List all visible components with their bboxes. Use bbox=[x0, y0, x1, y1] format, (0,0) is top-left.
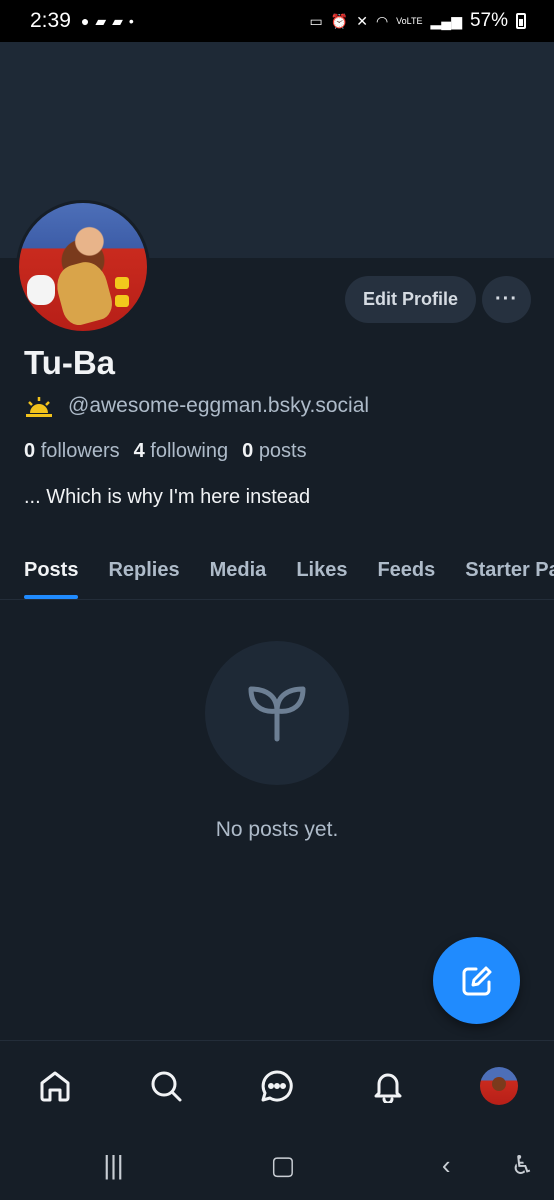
sun-icon bbox=[26, 397, 52, 417]
posts-stat: 0 posts bbox=[242, 440, 307, 463]
profile-avatar-small bbox=[479, 1066, 518, 1105]
chat-notification-icon: ● bbox=[80, 13, 90, 29]
posts-count: 0 bbox=[242, 440, 254, 462]
tab-likes[interactable]: Likes bbox=[296, 540, 347, 599]
nav-profile[interactable] bbox=[474, 1061, 524, 1111]
nav-notifications[interactable] bbox=[363, 1061, 413, 1111]
system-navigation: ||| ▢ ‹ ♿ bbox=[0, 1130, 554, 1200]
edit-profile-button[interactable]: Edit Profile bbox=[345, 276, 476, 323]
avatar-detail bbox=[27, 275, 55, 305]
empty-state-icon-circle bbox=[205, 641, 349, 785]
status-time: 2:39 bbox=[30, 9, 71, 32]
tab-media[interactable]: Media bbox=[210, 540, 267, 599]
volte-icon: VoLTE bbox=[396, 16, 423, 26]
discord-icon: ▰ bbox=[95, 12, 107, 29]
chat-icon bbox=[261, 1069, 293, 1101]
signal-icon: ▂▄▆ bbox=[430, 12, 462, 29]
avatar-detail bbox=[115, 277, 129, 289]
home-button-icon[interactable]: ▢ bbox=[271, 1150, 296, 1181]
tab-posts[interactable]: Posts bbox=[24, 540, 79, 599]
search-icon bbox=[151, 1071, 182, 1101]
nav-search[interactable] bbox=[141, 1061, 191, 1111]
following-label: following bbox=[150, 440, 229, 462]
profile-bio: ... Which is why I'm here instead bbox=[24, 486, 311, 508]
alarm-icon: ⏰ bbox=[330, 12, 349, 29]
back-icon[interactable]: ‹ bbox=[442, 1150, 451, 1181]
display-name: Tu-Ba bbox=[24, 344, 116, 381]
bottom-navigation bbox=[0, 1040, 554, 1130]
following-link[interactable]: 4 following bbox=[134, 440, 229, 463]
status-bar: 2:39 ● ▰ ▰ • ▭ ⏰ ✕ ◠ VoLTE ▂▄▆ 57% bbox=[0, 0, 554, 42]
mute-icon: ✕ bbox=[356, 12, 368, 29]
profile-tabs: Posts Replies Media Likes Feeds Starter … bbox=[0, 540, 554, 600]
followers-count: 0 bbox=[24, 440, 36, 462]
following-count: 4 bbox=[133, 440, 145, 462]
tab-starter-packs[interactable]: Starter Packs bbox=[465, 540, 554, 599]
sprout-icon bbox=[248, 686, 306, 742]
battery-icon bbox=[516, 13, 526, 29]
tab-replies[interactable]: Replies bbox=[108, 540, 179, 599]
followers-label: followers bbox=[40, 440, 120, 462]
recents-icon[interactable]: ||| bbox=[103, 1150, 123, 1181]
nav-chat[interactable] bbox=[252, 1061, 302, 1111]
more-options-button[interactable]: ··· bbox=[482, 276, 531, 323]
handle-row: @awesome-eggman.bsky.social bbox=[24, 394, 369, 418]
tab-feeds[interactable]: Feeds bbox=[377, 540, 435, 599]
notification-icons: ● ▰ ▰ • bbox=[81, 13, 134, 30]
nav-home[interactable] bbox=[30, 1061, 80, 1111]
posts-label: posts bbox=[258, 440, 307, 462]
compose-post-button[interactable] bbox=[433, 937, 520, 1024]
profile-avatar[interactable] bbox=[16, 200, 150, 334]
compose-icon bbox=[462, 966, 491, 995]
dot-icon: • bbox=[128, 13, 134, 29]
battery-percent: 57% bbox=[469, 10, 508, 31]
avatar-detail bbox=[52, 257, 116, 329]
followers-link[interactable]: 0 followers bbox=[24, 440, 120, 463]
bell-icon bbox=[374, 1073, 402, 1103]
status-right: ▭ ⏰ ✕ ◠ VoLTE ▂▄▆ 57% bbox=[310, 10, 526, 32]
handle-text[interactable]: @awesome-eggman.bsky.social bbox=[68, 394, 369, 418]
empty-state-message: No posts yet. bbox=[215, 818, 339, 841]
ellipsis-icon: ··· bbox=[495, 288, 518, 310]
sleep-icon: ▭ bbox=[309, 12, 323, 29]
avatar-detail bbox=[115, 295, 129, 307]
discord-icon-2: ▰ bbox=[112, 12, 123, 29]
wifi-icon: ◠ bbox=[375, 12, 389, 29]
accessibility-icon[interactable]: ♿ bbox=[511, 1150, 534, 1181]
home-icon bbox=[40, 1071, 70, 1101]
profile-stats: 0 followers 4 following 0 posts bbox=[24, 440, 307, 463]
